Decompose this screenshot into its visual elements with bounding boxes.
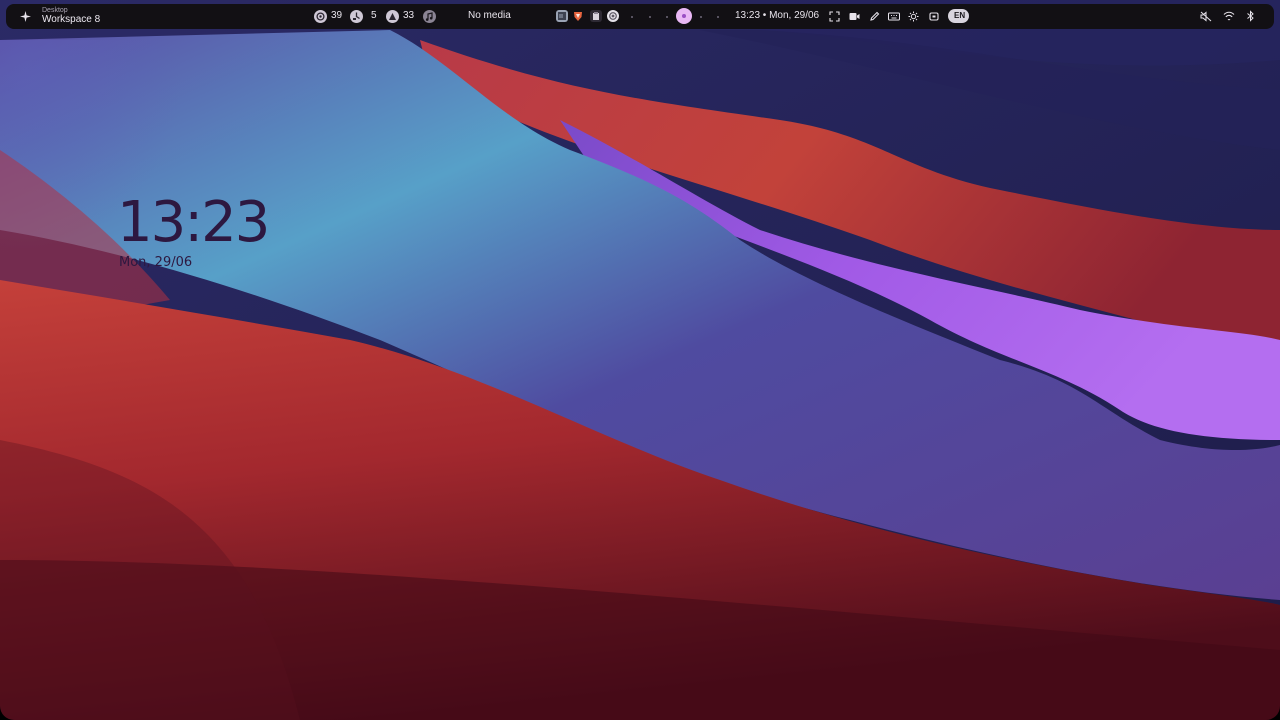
record-icon[interactable]	[849, 12, 860, 21]
workspace-dot[interactable]	[700, 16, 702, 18]
keyboard-icon[interactable]	[888, 12, 900, 21]
bluetooth-icon[interactable]	[1246, 10, 1255, 22]
desktop: Desktop Workspace 8 39 5 33 No media 13:…	[0, 0, 1280, 720]
cpu-value: 39	[331, 10, 343, 21]
desktop-clock-date: Mon, 29/06	[119, 255, 193, 270]
memory-icon	[350, 10, 363, 23]
desktop-clock: 13:23 Mon, 29/06	[117, 190, 270, 270]
screen-corner	[0, 706, 14, 720]
workspace-label: Desktop	[42, 7, 68, 14]
memory-value: 5	[371, 10, 377, 21]
workspace-dot[interactable]	[666, 16, 668, 18]
screen-corner	[1266, 706, 1280, 720]
mute-icon[interactable]	[1200, 11, 1212, 22]
pen-icon[interactable]	[869, 11, 880, 22]
top-bar: Desktop Workspace 8 39 5 33 No media 13:…	[6, 4, 1274, 29]
language-label: EN	[954, 11, 966, 20]
workspace-dot[interactable]	[717, 16, 719, 18]
music-note-icon[interactable]	[423, 10, 436, 23]
workspace-dot[interactable]	[631, 16, 633, 18]
wallpaper	[0, 0, 1280, 720]
sparkle-icon[interactable]	[20, 11, 31, 22]
active-workspace-dot[interactable]	[676, 8, 692, 24]
screen-share-icon[interactable]	[929, 11, 940, 22]
battery-icon	[386, 10, 399, 23]
cpu-icon	[314, 10, 327, 23]
brave-browser-icon[interactable]	[572, 10, 584, 22]
battery-value: 33	[403, 10, 415, 21]
workspace-indicator[interactable]: Desktop Workspace 8	[42, 7, 100, 25]
media-label[interactable]: No media	[468, 10, 511, 22]
files-icon[interactable]	[590, 10, 602, 22]
chrome-icon[interactable]	[607, 10, 619, 22]
brightness-icon[interactable]	[908, 11, 919, 22]
workspace-name: Workspace 8	[42, 14, 101, 25]
workspace-dot[interactable]	[649, 16, 651, 18]
bar-clock[interactable]: 13:23 • Mon, 29/06	[735, 10, 819, 22]
screenshot-icon[interactable]	[829, 11, 840, 22]
desktop-clock-time: 13:23	[117, 190, 270, 255]
language-icon[interactable]: EN	[948, 9, 969, 23]
terminal-icon[interactable]	[556, 10, 568, 22]
wifi-icon[interactable]	[1223, 11, 1235, 22]
